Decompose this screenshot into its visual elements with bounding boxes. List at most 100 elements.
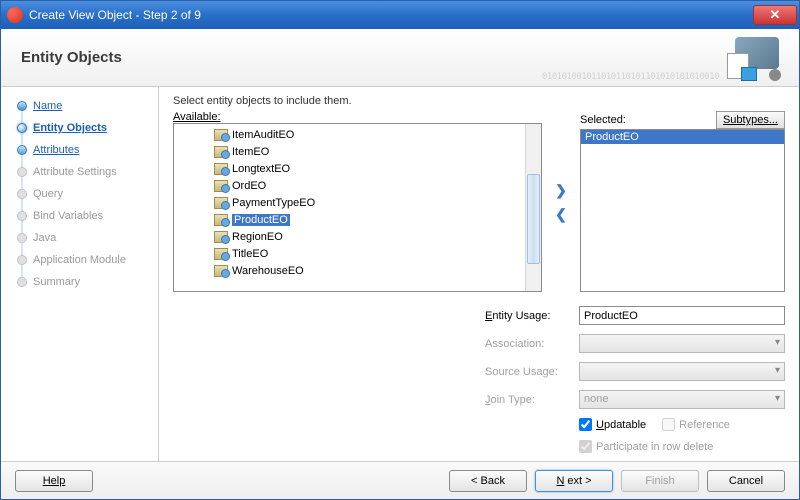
nav-step-bind-variables: Bind Variables [17,205,158,227]
selected-listbox[interactable]: ProductEO [580,129,785,292]
remove-button[interactable]: ❮ [554,207,568,221]
entity-icon [214,146,228,158]
entity-icon [214,265,228,277]
reference-checkbox: Reference [662,418,730,431]
nav-step-attributes[interactable]: Attributes [17,139,158,161]
association-label: Association: [485,338,573,350]
nav-step-entity-objects[interactable]: Entity Objects [17,117,158,139]
back-button[interactable]: < Back [449,470,527,492]
updatable-checkbox[interactable]: Updatable [579,418,646,431]
step-nav: Name Entity Objects Attributes Attribute Se… [1,87,159,461]
selected-item[interactable]: ProductEO [581,130,784,144]
step-label: Bind Variables [33,210,103,222]
step-dot-icon [17,189,27,199]
participate-checkbox: Participate in row delete [579,440,713,453]
subtypes-button[interactable]: Subtypes... [716,111,785,129]
shuttle-row: Available: ItemAuditEO ItemEO LongtextEO Or… [173,111,785,292]
entity-icon [214,214,228,226]
entity-name: ItemEO [232,146,269,158]
available-item[interactable]: ProductEO [174,211,541,228]
entity-form: Entity Usage: Association: Source Usage:… [485,306,785,453]
step-dot-icon [17,255,27,265]
nav-step-summary: Summary [17,271,158,293]
available-item[interactable]: OrdEO [174,177,541,194]
step-label[interactable]: Entity Objects [33,122,107,134]
available-label: Available: [173,111,221,123]
source-usage-combo [579,362,785,381]
entity-icon [214,163,228,175]
nav-step-java: Java [17,227,158,249]
wizard-body: Name Entity Objects Attributes Attribute Se… [1,87,799,461]
step-dot-icon [17,211,27,221]
finish-button: Finish [621,470,699,492]
nav-step-query: Query [17,183,158,205]
reference-input [662,418,675,431]
step-dot-icon [17,101,27,111]
step-dot-icon [17,167,27,177]
step-dot-icon [17,145,27,155]
entity-name: WarehouseEO [232,265,304,277]
source-usage-label: Source Usage: [485,366,573,378]
entity-name: OrdEO [232,180,266,192]
available-item[interactable]: RegionEO [174,228,541,245]
entity-icon [214,180,228,192]
participate-input [579,440,592,453]
step-label: Summary [33,276,80,288]
entity-icon [214,197,228,209]
entity-name: RegionEO [232,231,283,243]
wizard-window: Create View Object - Step 2 of 9 ✕ Entit… [0,0,800,500]
wizard-footer: Help < Back Next > Finish Cancel [1,461,799,499]
close-button[interactable]: ✕ [753,5,797,25]
main-panel: Select entity objects to include them. A… [159,87,799,461]
available-item[interactable]: PaymentTypeEO [174,194,541,211]
step-label[interactable]: Name [33,100,62,112]
help-button[interactable]: Help [15,470,93,492]
next-button[interactable]: Next > [535,470,613,492]
step-dot-icon [17,123,27,133]
available-item[interactable]: WarehouseEO [174,262,541,279]
header-graphic [727,37,779,79]
join-type-combo: none [579,390,785,409]
selected-label: Selected: [580,114,716,126]
shuttle-controls: ❯ ❮ [550,111,572,292]
available-listbox[interactable]: ItemAuditEO ItemEO LongtextEO OrdEO PaymentT… [173,123,542,292]
selected-column: Selected: Subtypes... ProductEO [580,111,785,292]
step-label: Java [33,232,56,244]
scrollbar-thumb[interactable] [527,174,540,264]
app-icon [7,7,23,23]
add-button[interactable]: ❯ [554,183,568,197]
step-dot-icon [17,233,27,243]
entity-name: ProductEO [232,214,290,226]
entity-usage-label: Entity Usage: [485,310,573,322]
entity-icon [214,248,228,260]
instruction-text: Select entity objects to include them. [173,95,785,107]
entity-icon [214,129,228,141]
entity-name: PaymentTypeEO [232,197,315,209]
nav-step-application-module: Application Module [17,249,158,271]
nav-step-attribute-settings: Attribute Settings [17,161,158,183]
entity-icon [214,231,228,243]
available-scrollbar[interactable] [525,124,541,291]
titlebar: Create View Object - Step 2 of 9 ✕ [1,1,799,29]
entity-usage-field[interactable] [579,306,785,325]
cancel-button[interactable]: Cancel [707,470,785,492]
window-title: Create View Object - Step 2 of 9 [29,8,753,22]
entity-name: TitleEO [232,248,268,260]
nav-step-name[interactable]: Name [17,95,158,117]
page-title: Entity Objects [21,49,122,66]
step-dot-icon [17,277,27,287]
association-combo [579,334,785,353]
available-item[interactable]: ItemEO [174,143,541,160]
available-item[interactable]: LongtextEO [174,160,541,177]
step-label: Query [33,188,63,200]
entity-name: ItemAuditEO [232,129,294,141]
step-label: Attribute Settings [33,166,117,178]
step-label: Application Module [33,254,126,266]
wizard-header: Entity Objects 0101010010110101101011010… [1,29,799,87]
available-item[interactable]: ItemAuditEO [174,126,541,143]
available-item[interactable]: TitleEO [174,245,541,262]
updatable-input[interactable] [579,418,592,431]
step-label[interactable]: Attributes [33,144,79,156]
decorative-bits: 010101001011010110101101010101010010 [542,72,719,82]
join-type-label: Join Type: [485,394,573,406]
